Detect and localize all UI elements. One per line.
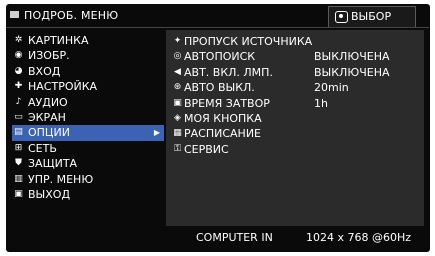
auto-lamp-value: ВЫКЛЮЧЕНА bbox=[314, 65, 390, 79]
auto-off-value: 20min bbox=[314, 81, 349, 95]
menu-title: ПОДРОБ. МЕНЮ bbox=[10, 9, 118, 22]
sidebar-item-setup[interactable]: ✚ НАСТРОЙКА bbox=[12, 79, 164, 94]
sidebar-item-exit[interactable]: ▣ ВЫХОД bbox=[12, 187, 164, 202]
option-schedule[interactable]: ▦ РАСПИСАНИЕ bbox=[170, 126, 424, 141]
menu-header: ПОДРОБ. МЕНЮ ВЫБОР bbox=[6, 6, 429, 28]
schedule-icon: ▦ bbox=[173, 128, 182, 139]
sidebar-item-image[interactable]: ◉ ИЗОБР. bbox=[12, 48, 164, 63]
screen-icon: ▭ bbox=[14, 111, 23, 122]
sidebar-menu: ✲ КАРТИНКА ◉ ИЗОБР. ◕ ВХОД ✚ НАСТРОЙКА ♪ АУДИ… bbox=[12, 33, 164, 202]
option-service[interactable]: ⚿ СЕРВИС bbox=[170, 142, 424, 157]
option-auto-off[interactable]: ⊛ АВТО ВЫКЛ. 20min bbox=[170, 80, 424, 95]
sidebar-item-audio[interactable]: ♪ АУДИО bbox=[12, 95, 164, 110]
exit-icon: ▣ bbox=[14, 188, 23, 199]
image-icon: ◉ bbox=[14, 50, 23, 61]
joystick-select-icon bbox=[335, 11, 348, 23]
options-icon: ▤ bbox=[14, 127, 23, 138]
menu-title-text: ПОДРОБ. МЕНЮ bbox=[24, 9, 119, 22]
status-footer: COMPUTER IN 1024 x 768 @60Hz bbox=[166, 228, 424, 248]
sidebar-item-picture[interactable]: ✲ КАРТИНКА bbox=[12, 33, 164, 48]
options-panel: ✦ ПРОПУСК ИСТОЧНИКА ◎ АВТОПОИСК ВЫКЛЮЧЕНА ◀… bbox=[166, 30, 424, 226]
submenu-arrow-icon: ▶ bbox=[153, 128, 160, 138]
option-skip-source[interactable]: ✦ ПРОПУСК ИСТОЧНИКА bbox=[170, 34, 424, 49]
shutter-timer-icon: ▣ bbox=[173, 97, 182, 108]
sidebar-item-screen[interactable]: ▭ ЭКРАН bbox=[12, 110, 164, 125]
skip-source-icon: ✦ bbox=[173, 36, 182, 46]
my-button-icon: ◈ bbox=[174, 112, 181, 123]
select-hint: ВЫБОР bbox=[328, 6, 416, 28]
auto-lamp-icon: ◀ bbox=[174, 66, 181, 77]
option-auto-lamp-on[interactable]: ◀ АВТ. ВКЛ. ЛМП. ВЫКЛЮЧЕНА bbox=[170, 65, 424, 80]
menu-control-icon: ▥ bbox=[14, 173, 23, 184]
sidebar-item-network[interactable]: ⊞ СЕТЬ bbox=[12, 141, 164, 156]
input-icon: ◕ bbox=[14, 65, 23, 76]
shield-icon: ⛊ bbox=[15, 158, 22, 169]
sidebar-item-menu-control[interactable]: ▥ УПР. МЕНЮ bbox=[12, 172, 164, 187]
shutter-timer-value: 1h bbox=[314, 96, 328, 110]
sidebar-item-security[interactable]: ⛊ ЗАЩИТА bbox=[12, 156, 164, 171]
service-icon: ⚿ bbox=[174, 143, 181, 154]
setup-icon: ✚ bbox=[14, 81, 23, 92]
options-list: ✦ ПРОПУСК ИСТОЧНИКА ◎ АВТОПОИСК ВЫКЛЮЧЕНА ◀… bbox=[170, 34, 424, 157]
auto-off-icon: ⊛ bbox=[173, 82, 182, 93]
select-hint-label: ВЫБОР bbox=[351, 10, 392, 23]
menu-icon bbox=[10, 11, 19, 18]
network-icon: ⊞ bbox=[14, 142, 23, 153]
auto-search-value: ВЫКЛЮЧЕНА bbox=[314, 50, 390, 64]
picture-icon: ✲ bbox=[14, 35, 23, 45]
option-my-button[interactable]: ◈ МОЯ КНОПКА bbox=[170, 111, 424, 126]
option-auto-search[interactable]: ◎ АВТОПОИСК ВЫКЛЮЧЕНА bbox=[170, 49, 424, 64]
audio-icon: ♪ bbox=[15, 96, 22, 107]
sidebar-item-options[interactable]: ▤ ОПЦИИ ▶ bbox=[12, 125, 164, 141]
header-divider bbox=[6, 27, 429, 28]
sidebar-item-input[interactable]: ◕ ВХОД bbox=[12, 64, 164, 79]
signal-resolution: 1024 x 768 @60Hz bbox=[306, 231, 412, 244]
input-source: COMPUTER IN bbox=[196, 231, 273, 244]
auto-search-icon: ◎ bbox=[173, 51, 182, 62]
option-shutter-timer[interactable]: ▣ ВРЕМЯ ЗАТВОР 1h bbox=[170, 96, 424, 111]
